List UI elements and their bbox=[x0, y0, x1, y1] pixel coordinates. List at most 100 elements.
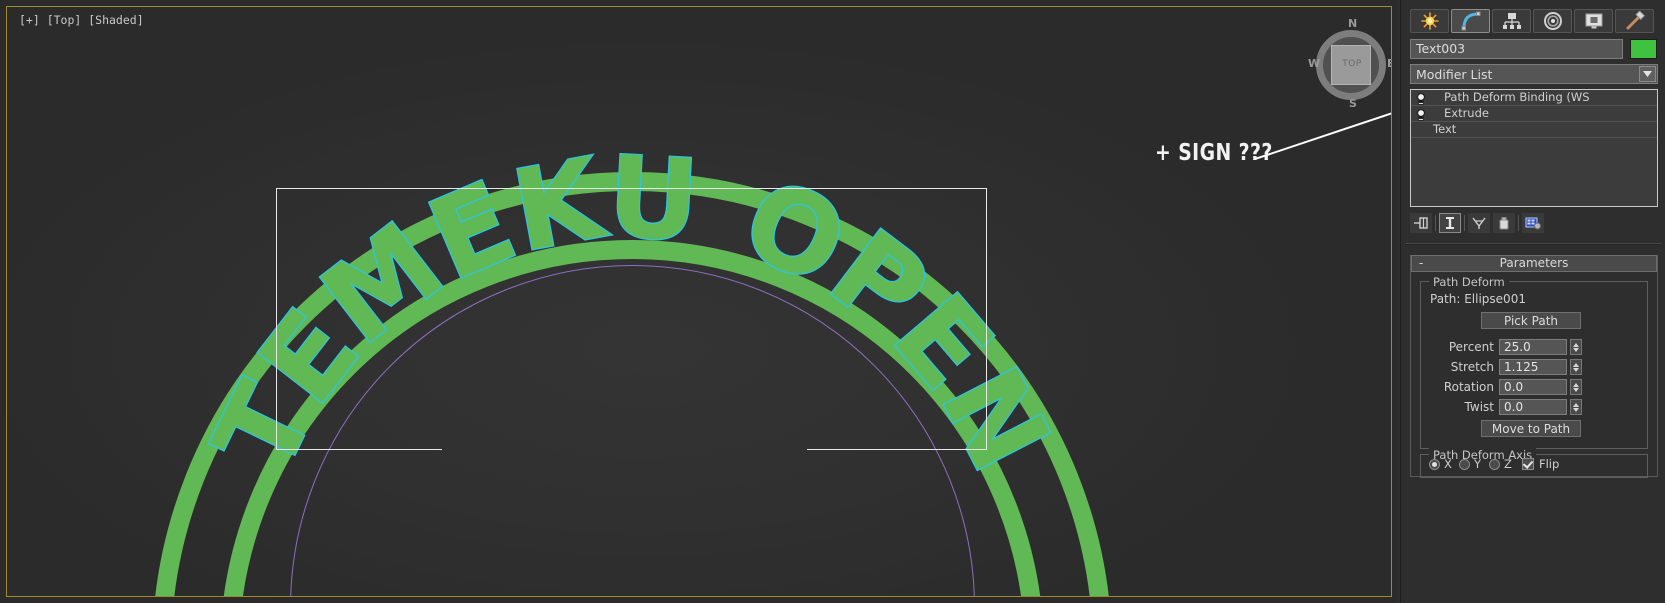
view-compass[interactable]: TOP N S E W bbox=[1305, 17, 1391, 111]
rotation-spinner[interactable] bbox=[1570, 379, 1582, 395]
modifier-name-extrude: Extrude bbox=[1444, 106, 1489, 120]
twist-input[interactable]: 0.0 bbox=[1499, 399, 1567, 415]
axis-radio-z-label: Z bbox=[1504, 457, 1512, 471]
stretch-spinner[interactable] bbox=[1570, 359, 1582, 375]
path-deform-axis-group: Path Deform Axis X Y Z Flip bbox=[1420, 448, 1648, 478]
make-unique-icon bbox=[1472, 217, 1486, 229]
hierarchy-icon bbox=[1502, 13, 1521, 29]
compass-west-label: W bbox=[1308, 57, 1321, 70]
sign-geometry: TEMEKU OPEN bbox=[7, 7, 1391, 596]
viewcube-face-label: TOP bbox=[1342, 59, 1362, 69]
parameters-rollout: - Parameters Path Deform Path: Ellipse00… bbox=[1410, 255, 1658, 478]
rotation-row: Rotation 0.0 bbox=[1444, 379, 1583, 395]
viewcube-face[interactable]: TOP bbox=[1331, 45, 1371, 85]
modifier-name-path-deform: Path Deform Binding (WS bbox=[1444, 90, 1590, 104]
selection-bounding-box bbox=[276, 188, 987, 450]
hammer-icon bbox=[1626, 11, 1645, 30]
remove-modifier-button[interactable] bbox=[1493, 213, 1515, 233]
lightbulb-glyph bbox=[1417, 93, 1425, 105]
move-to-path-button[interactable]: Move to Path bbox=[1481, 420, 1581, 437]
axis-radio-y[interactable]: Y bbox=[1459, 457, 1482, 471]
modifier-list-dropdown[interactable]: Modifier List bbox=[1410, 64, 1658, 84]
percent-row: Percent 25.0 bbox=[1449, 339, 1583, 355]
twist-row: Twist 0.0 bbox=[1465, 399, 1583, 415]
viewport[interactable]: TEMEKU OPEN [+] [Top] [Shaded] TOP N S E… bbox=[0, 0, 1398, 603]
compass-south-label: S bbox=[1349, 97, 1357, 110]
axis-radio-y-label: Y bbox=[1474, 457, 1482, 471]
viewport-canvas[interactable]: TEMEKU OPEN [+] [Top] [Shaded] TOP N S E… bbox=[7, 7, 1391, 596]
annotation-callout: + SIGN ??? bbox=[1147, 111, 1391, 176]
rotation-label: Rotation bbox=[1443, 380, 1494, 394]
command-panel: Text003 Modifier List Path Deform Bindin… bbox=[1400, 0, 1665, 603]
axis-radio-x-label: X bbox=[1444, 457, 1452, 471]
configure-modifier-sets-button[interactable] bbox=[1522, 213, 1544, 233]
sel-box-right-edge bbox=[986, 188, 987, 450]
parameters-rollout-header[interactable]: - Parameters bbox=[1411, 255, 1657, 272]
twist-spinner[interactable] bbox=[1570, 399, 1582, 415]
lightbulb-glyph bbox=[1417, 109, 1425, 121]
config-sets-icon bbox=[1525, 217, 1541, 230]
radio-dot-x-icon bbox=[1429, 459, 1440, 470]
rotation-input[interactable]: 0.0 bbox=[1499, 379, 1567, 395]
toolbar-separator bbox=[1435, 215, 1436, 231]
percent-spinner[interactable] bbox=[1570, 339, 1582, 355]
modifier-stack-row-extrude[interactable]: Extrude bbox=[1411, 106, 1657, 122]
rollout-collapse-icon[interactable]: - bbox=[1419, 256, 1423, 271]
object-color-swatch[interactable] bbox=[1630, 39, 1657, 59]
percent-label: Percent bbox=[1448, 340, 1494, 354]
utilities-tab[interactable] bbox=[1615, 9, 1654, 33]
flip-checkbox[interactable]: Flip bbox=[1522, 458, 1559, 470]
modifier-stack-row-text[interactable]: Text bbox=[1411, 122, 1657, 138]
modify-tab[interactable] bbox=[1451, 9, 1490, 33]
lightbulb-icon[interactable] bbox=[1415, 107, 1427, 121]
compass-east-label: E bbox=[1387, 57, 1391, 70]
viewport-label[interactable]: [+] [Top] [Shaded] bbox=[19, 13, 144, 27]
pin-icon bbox=[1414, 217, 1428, 229]
toolbar-separator bbox=[1464, 215, 1465, 231]
show-end-result-icon bbox=[1446, 217, 1454, 229]
twist-label: Twist bbox=[1464, 400, 1494, 414]
display-tab[interactable] bbox=[1574, 9, 1613, 33]
wheel-icon bbox=[1543, 12, 1562, 30]
star-icon bbox=[1420, 12, 1439, 30]
sel-box-bottom-left-edge bbox=[276, 449, 442, 450]
checkbox-check-icon bbox=[1522, 458, 1534, 470]
3dsmax-window: TEMEKU OPEN [+] [Top] [Shaded] TOP N S E… bbox=[0, 0, 1665, 603]
stretch-input[interactable]: 1.125 bbox=[1499, 359, 1567, 375]
lightbulb-icon[interactable] bbox=[1415, 91, 1427, 105]
object-name-field[interactable]: Text003 bbox=[1410, 39, 1623, 59]
compass-north-label: N bbox=[1348, 17, 1358, 30]
stretch-row: Stretch 1.125 bbox=[1451, 359, 1583, 375]
pin-stack-button[interactable] bbox=[1410, 213, 1432, 233]
axis-radio-z[interactable]: Z bbox=[1489, 457, 1512, 471]
motion-tab[interactable] bbox=[1533, 9, 1572, 33]
chevron-down-glyph bbox=[1643, 71, 1652, 77]
make-unique-button[interactable] bbox=[1468, 213, 1490, 233]
rollout-title: Parameters bbox=[1499, 256, 1569, 270]
radio-dot-y-icon bbox=[1459, 459, 1470, 470]
toolbar-separator bbox=[1518, 215, 1519, 231]
annotation-text: + SIGN ??? bbox=[1155, 140, 1273, 166]
chevron-down-icon[interactable] bbox=[1639, 66, 1656, 82]
trash-icon bbox=[1499, 217, 1509, 230]
axis-radio-x[interactable]: X bbox=[1429, 457, 1452, 471]
command-panel-tabs bbox=[1410, 9, 1654, 33]
percent-input[interactable]: 25.0 bbox=[1499, 339, 1567, 355]
curve-icon bbox=[1461, 11, 1480, 31]
pick-path-button[interactable]: Pick Path bbox=[1481, 312, 1581, 329]
show-end-result-button[interactable] bbox=[1439, 213, 1461, 233]
modifier-name-text: Text bbox=[1433, 122, 1457, 136]
sel-box-bottom-right-edge bbox=[807, 449, 987, 450]
flip-label: Flip bbox=[1539, 456, 1560, 471]
sel-box-left-edge bbox=[276, 188, 277, 450]
path-deform-group-title: Path Deform bbox=[1429, 275, 1509, 289]
modifier-stack[interactable]: Path Deform Binding (WS Extrude Text bbox=[1410, 89, 1658, 207]
modifier-stack-toolbar bbox=[1410, 212, 1658, 234]
create-tab[interactable] bbox=[1410, 9, 1449, 33]
hierarchy-tab[interactable] bbox=[1492, 9, 1531, 33]
panel-divider bbox=[1406, 243, 1661, 245]
modifier-stack-row-path-deform[interactable]: Path Deform Binding (WS bbox=[1411, 90, 1657, 106]
path-deform-group: Path Deform Path: Ellipse001 Pick Path P… bbox=[1420, 275, 1648, 449]
radio-dot-z-icon bbox=[1489, 459, 1500, 470]
path-name-label: Path: Ellipse001 bbox=[1430, 292, 1526, 306]
